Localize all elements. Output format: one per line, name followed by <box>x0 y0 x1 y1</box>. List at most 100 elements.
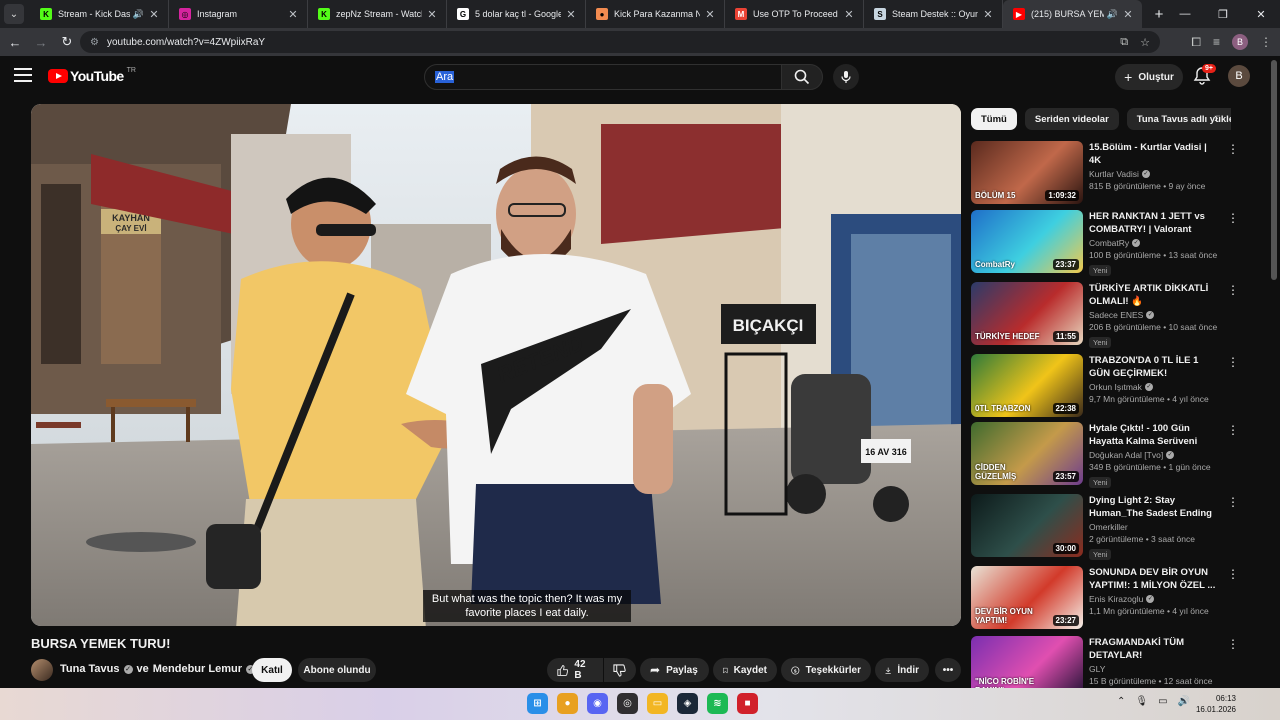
recommendation-channel[interactable]: Kurtlar Vadisi ✓ <box>1089 169 1221 179</box>
thanks-button[interactable]: $ Teşekkürler <box>781 658 871 682</box>
more-vertical-icon[interactable]: ⋮ <box>1227 424 1239 436</box>
search-input[interactable]: Ara <box>424 64 782 90</box>
video-player[interactable]: KAYHAN ÇAY EVİ BIÇAKÇI 16 AV 316 RETEND … <box>31 104 961 626</box>
filter-chip[interactable]: Tümü <box>971 108 1017 130</box>
recommendation-channel[interactable]: Enis Kirazoglu ✓ <box>1089 594 1221 604</box>
forward-icon[interactable]: → <box>28 30 54 54</box>
share-button[interactable]: ➦ Paylaş <box>640 658 709 682</box>
browser-tab[interactable]: G 5 dolar kaç tl - Google'da Ara ✕ <box>447 0 586 28</box>
tab-close-icon[interactable]: ✕ <box>704 8 716 21</box>
join-button[interactable]: Katıl <box>252 658 292 682</box>
recommendation-title[interactable]: Hytale Çıktı! - 100 Gün Hayatta Kalma Se… <box>1089 422 1221 448</box>
browser-tab[interactable]: ◎ Instagram ✕ <box>169 0 308 28</box>
tab-close-icon[interactable]: ✕ <box>426 8 438 21</box>
reading-list-icon[interactable]: ≡ <box>1213 35 1220 49</box>
channel-avatar[interactable] <box>31 659 53 681</box>
tab-close-icon[interactable]: ✕ <box>1122 8 1134 21</box>
windows-start-icon[interactable]: ⊞ <box>527 693 548 714</box>
more-vertical-icon[interactable]: ⋮ <box>1227 284 1239 296</box>
back-icon[interactable]: ← <box>2 30 28 54</box>
browser-tab[interactable]: K Stream - Kick Dashboard🔊 ✕ <box>30 0 169 28</box>
search-button[interactable] <box>781 64 823 90</box>
subscribed-button[interactable]: Abone olundu <box>298 658 376 682</box>
recommendation-item[interactable]: BÖLÜM 15 1:09:32 15.Bölüm - Kurtlar Vadisi… <box>971 141 1243 207</box>
extensions-icon[interactable]: ⧠ <box>1191 35 1201 50</box>
cast-icon[interactable]: ⧉ <box>1120 36 1128 49</box>
recommendation-channel[interactable]: Omerkiller <box>1089 522 1221 532</box>
recommendation-thumbnail[interactable]: BÖLÜM 15 1:09:32 <box>971 141 1083 204</box>
recommendation-title[interactable]: 15.Bölüm - Kurtlar Vadisi | 4K <box>1089 141 1221 167</box>
voice-search-button[interactable] <box>833 64 859 90</box>
system-clock[interactable]: 06:13 16.01.2026 <box>1196 693 1236 715</box>
recommendation-item[interactable]: CİDDEN GÜZELMİŞ 23:57 Hytale Çıktı! - 100 … <box>971 422 1243 488</box>
chevron-up-icon[interactable]: ⌃ <box>1117 696 1125 707</box>
file-explorer-icon[interactable]: ▭ <box>647 693 668 714</box>
discord-icon[interactable]: ◉ <box>587 693 608 714</box>
recommendation-title[interactable]: HER RANKTAN 1 JETT vs COMBATRY! | Valora… <box>1089 210 1221 236</box>
more-actions-button[interactable]: ••• <box>935 658 961 682</box>
tab-close-icon[interactable]: ✕ <box>982 8 994 21</box>
tab-close-icon[interactable]: ✕ <box>287 8 299 21</box>
more-vertical-icon[interactable]: ⋮ <box>1227 212 1239 224</box>
guide-menu-icon[interactable] <box>14 68 32 84</box>
tab-audio-icon[interactable]: 🔊 <box>1107 9 1118 20</box>
recommendation-thumbnail[interactable]: CİDDEN GÜZELMİŞ 23:57 <box>971 422 1083 485</box>
recommendation-item[interactable]: CombatRy 23:37 HER RANKTAN 1 JETT vs COMBA… <box>971 210 1243 276</box>
recommendation-thumbnail[interactable]: 0TL TRABZON 22:38 <box>971 354 1083 417</box>
address-bar[interactable]: ⚙ youtube.com/watch?v=4ZWpiixRaY ⧉ ☆ <box>80 31 1160 53</box>
minimize-icon[interactable]: — <box>1166 0 1204 28</box>
volume-icon[interactable]: 🔊 <box>1178 696 1190 707</box>
more-vertical-icon[interactable]: ⋮ <box>1227 356 1239 368</box>
chrome-icon[interactable]: ● <box>557 693 578 714</box>
browser-tab[interactable]: ▶ (215) BURSA YEMEK TURU🔊 ✕ <box>1003 0 1142 28</box>
recommendation-thumbnail[interactable]: CombatRy 23:37 <box>971 210 1083 273</box>
bookmark-star-icon[interactable]: ☆ <box>1140 36 1150 49</box>
site-info-icon[interactable]: ⚙ <box>90 37 99 48</box>
recommendation-channel[interactable]: CombatRy ✓ <box>1089 238 1221 248</box>
network-icon[interactable]: ▭ <box>1158 696 1167 707</box>
recommendation-title[interactable]: SONUNDA DEV BİR OYUN YAPTIM!: 1 MİLYON Ö… <box>1089 566 1221 592</box>
browser-tab[interactable]: S Steam Destek :: Oyun Gelişim ✕ <box>864 0 1003 28</box>
close-window-icon[interactable]: ✕ <box>1242 0 1280 28</box>
recommendation-item[interactable]: TÜRKİYE HEDEF 11:55 TÜRKİYE ARTIK DİKKATLİ… <box>971 282 1243 348</box>
red-app-icon[interactable]: ■ <box>737 693 758 714</box>
recommendation-thumbnail[interactable]: 30:00 <box>971 494 1083 557</box>
tab-close-icon[interactable]: ✕ <box>843 8 855 21</box>
recommendation-title[interactable]: TRABZON'DA 0 TL İLE 1 GÜN GEÇİRMEK! <box>1089 354 1221 380</box>
download-button[interactable]: İndir <box>875 658 929 682</box>
spotify-icon[interactable]: ≋ <box>707 693 728 714</box>
browser-tab[interactable]: M Use OTP To Proceed - bilal ✕ <box>725 0 864 28</box>
save-button[interactable]: Kaydet <box>713 658 777 682</box>
tab-search-icon[interactable]: ⌄ <box>4 4 24 24</box>
channel-name-secondary[interactable]: Mendebur Lemur <box>153 663 242 675</box>
recommendation-channel[interactable]: Doğukan Adal [Tvo] ✓ <box>1089 450 1221 460</box>
more-vertical-icon[interactable]: ⋮ <box>1227 568 1239 580</box>
create-button[interactable]: + Oluştur <box>1115 64 1183 90</box>
recommendation-item[interactable]: DEV BİR OYUN YAPTIM! 23:27 SONUNDA DEV BİR… <box>971 566 1243 632</box>
chevron-right-icon[interactable]: › <box>1214 110 1218 125</box>
recommendation-channel[interactable]: Sadece ENES ✓ <box>1089 310 1221 320</box>
notifications-button[interactable]: 9+ <box>1193 64 1216 88</box>
recommendation-title[interactable]: Dying Light 2: Stay Human_The Sadest End… <box>1089 494 1221 520</box>
recommendation-thumbnail[interactable]: TÜRKİYE HEDEF 11:55 <box>971 282 1083 345</box>
recommendation-title[interactable]: FRAGMANDAKİ TÜM DETAYLAR! <box>1089 636 1221 662</box>
browser-tab[interactable]: KzepNz Stream - Watch Live ✕ <box>308 0 447 28</box>
youtube-logo[interactable]: YouTube TR <box>48 67 136 84</box>
tab-close-icon[interactable]: ✕ <box>565 8 577 21</box>
recommendation-item[interactable]: 0TL TRABZON 22:38 TRABZON'DA 0 TL İLE 1 GÜ… <box>971 354 1243 420</box>
tab-close-icon[interactable]: ✕ <box>148 8 160 21</box>
browser-tab[interactable]: ● Kick Para Kazanma Nasıl Alınır ✕ <box>586 0 725 28</box>
like-button[interactable]: 42 B <box>547 658 603 682</box>
more-vertical-icon[interactable]: ⋮ <box>1227 638 1239 650</box>
filter-chip[interactable]: Seriden videolar <box>1024 108 1119 130</box>
reload-icon[interactable]: ↻ <box>54 30 80 54</box>
tab-audio-icon[interactable]: 🔊 <box>133 9 144 20</box>
page-scrollbar[interactable] <box>1271 60 1277 280</box>
recommendation-item[interactable]: 30:00 Dying Light 2: Stay Human_The Sades… <box>971 494 1243 560</box>
channel-name-primary[interactable]: Tuna Tavus <box>60 663 120 675</box>
dislike-button[interactable] <box>604 658 636 682</box>
restore-icon[interactable]: ❐ <box>1204 0 1242 28</box>
recommendation-channel[interactable]: GLY <box>1089 664 1221 674</box>
steam-icon[interactable]: ◈ <box>677 693 698 714</box>
obs-icon[interactable]: ◎ <box>617 693 638 714</box>
